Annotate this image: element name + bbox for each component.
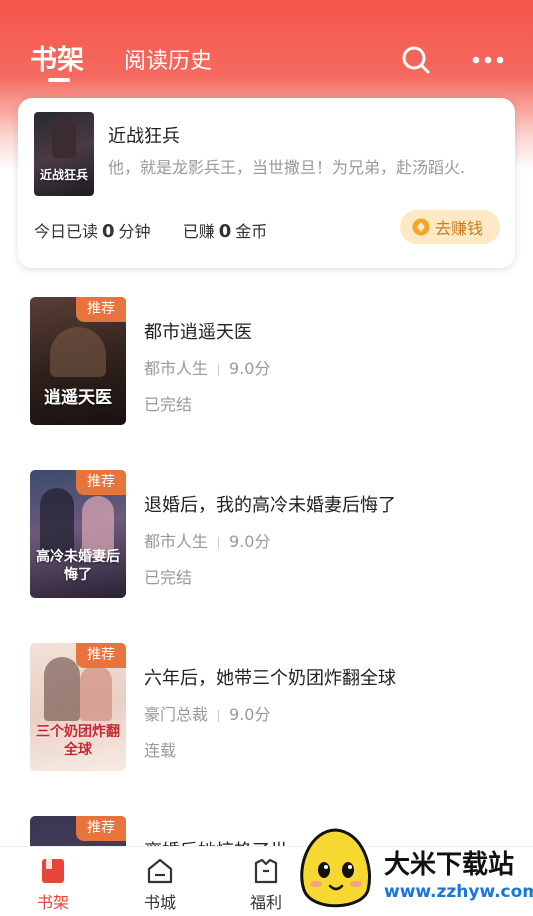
nav-welfare[interactable]: 福利 bbox=[236, 857, 296, 913]
book-category: 都市人生 bbox=[144, 532, 209, 551]
watermark-url: www.zzhyw.com bbox=[384, 882, 533, 902]
book-title[interactable]: 退婚后，我的高冷未婚妻后悔了 bbox=[144, 491, 396, 517]
recommend-badge: 推荐 bbox=[76, 643, 126, 668]
meta-divider bbox=[218, 536, 220, 549]
bookstore-icon bbox=[147, 858, 173, 884]
book-meta: 都市人生 9.0分 bbox=[144, 355, 270, 379]
book-description: 他，就是龙影兵王，当世撒旦！为兄弟，赴汤蹈火. bbox=[108, 158, 466, 177]
book-title[interactable]: 近战狂兵 bbox=[108, 122, 180, 148]
watermark: 大米下载站 www.zzhyw.com bbox=[292, 826, 533, 916]
book-category: 豪门总裁 bbox=[144, 705, 209, 724]
recommend-badge: 推荐 bbox=[76, 297, 126, 322]
book-title[interactable]: 六年后，她带三个奶团炸翻全球 bbox=[144, 664, 396, 690]
book-title[interactable]: 都市逍遥天医 bbox=[144, 318, 252, 344]
cover-figure bbox=[50, 327, 106, 377]
watermark-text: 大米下载站 bbox=[384, 850, 515, 880]
book-status: 连载 bbox=[144, 741, 177, 760]
mascot-logo bbox=[300, 828, 371, 908]
book-status: 已完结 bbox=[144, 395, 193, 414]
cover-title: 高冷未婚妻后悔了 bbox=[36, 549, 120, 583]
tab-reading-history[interactable]: 阅读历史 bbox=[124, 43, 212, 75]
nav-label: 福利 bbox=[249, 893, 282, 912]
cover-figure bbox=[52, 118, 76, 158]
list-item[interactable]: 高冷未婚妻后悔了 推荐 退婚后，我的高冷未婚妻后悔了 都市人生 9.0分 已完结 bbox=[0, 463, 533, 598]
book-cover[interactable]: 逍遥天医 推荐 bbox=[30, 297, 126, 425]
today-read-label: 今日已读 bbox=[34, 222, 99, 241]
book-score: 9.0分 bbox=[229, 359, 271, 378]
book-category: 都市人生 bbox=[144, 359, 209, 378]
today-read-value: 0 bbox=[102, 221, 115, 242]
recommend-badge: 推荐 bbox=[76, 470, 126, 495]
cover-title: 近战狂兵 bbox=[39, 168, 88, 182]
nav-bookshelf[interactable]: 书架 bbox=[23, 857, 83, 913]
continue-reading-card[interactable]: 近战狂兵 近战狂兵 他，就是龙影兵王，当世撒旦！为兄弟，赴汤蹈火. 今日已读 0 分… bbox=[18, 98, 515, 268]
earn-button-label: 去赚钱 bbox=[435, 219, 484, 238]
nav-bookstore[interactable]: 书城 bbox=[130, 857, 190, 913]
book-meta: 豪门总裁 9.0分 bbox=[144, 701, 270, 725]
earned-value: 0 bbox=[218, 221, 232, 242]
coin-icon bbox=[412, 218, 430, 236]
cover-figure-left bbox=[44, 657, 80, 721]
search-icon[interactable] bbox=[400, 44, 432, 76]
bookshelf-icon bbox=[42, 859, 64, 883]
list-item[interactable]: 逍遥天医 推荐 都市逍遥天医 都市人生 9.0分 已完结 bbox=[0, 290, 533, 425]
earn-money-button[interactable]: 去赚钱 bbox=[400, 210, 500, 244]
earned-label: 已赚 bbox=[182, 222, 215, 241]
book-score: 9.0分 bbox=[229, 705, 271, 724]
meta-divider bbox=[218, 363, 220, 376]
list-item[interactable]: 三个奶团炸翻全球 推荐 六年后，她带三个奶团炸翻全球 豪门总裁 9.0分 连载 bbox=[0, 636, 533, 771]
cover-title: 三个奶团炸翻全球 bbox=[36, 724, 120, 758]
book-cover[interactable]: 近战狂兵 bbox=[34, 112, 94, 196]
reading-stats: 今日已读 0 分钟 已赚 0 金币 bbox=[34, 218, 267, 242]
today-read-unit: 分钟 bbox=[118, 222, 151, 241]
tab-active-indicator bbox=[48, 78, 70, 82]
cover-title: 逍遥天医 bbox=[44, 388, 112, 408]
nav-label: 书城 bbox=[143, 893, 176, 912]
nav-label: 书架 bbox=[36, 893, 69, 912]
earned-unit: 金币 bbox=[235, 222, 268, 241]
more-icon[interactable] bbox=[470, 50, 506, 70]
tab-bookshelf[interactable]: 书架 bbox=[30, 38, 84, 77]
welfare-icon bbox=[254, 858, 278, 884]
recommend-badge: 推荐 bbox=[76, 816, 126, 841]
book-status: 已完结 bbox=[144, 568, 193, 587]
cover-figure-right bbox=[80, 665, 112, 721]
book-score: 9.0分 bbox=[229, 532, 271, 551]
book-cover[interactable]: 高冷未婚妻后悔了 推荐 bbox=[30, 470, 126, 598]
book-meta: 都市人生 9.0分 bbox=[144, 528, 270, 552]
meta-divider bbox=[218, 709, 220, 722]
top-bar: 书架 阅读历史 bbox=[0, 0, 533, 100]
book-cover[interactable]: 三个奶团炸翻全球 推荐 bbox=[30, 643, 126, 771]
